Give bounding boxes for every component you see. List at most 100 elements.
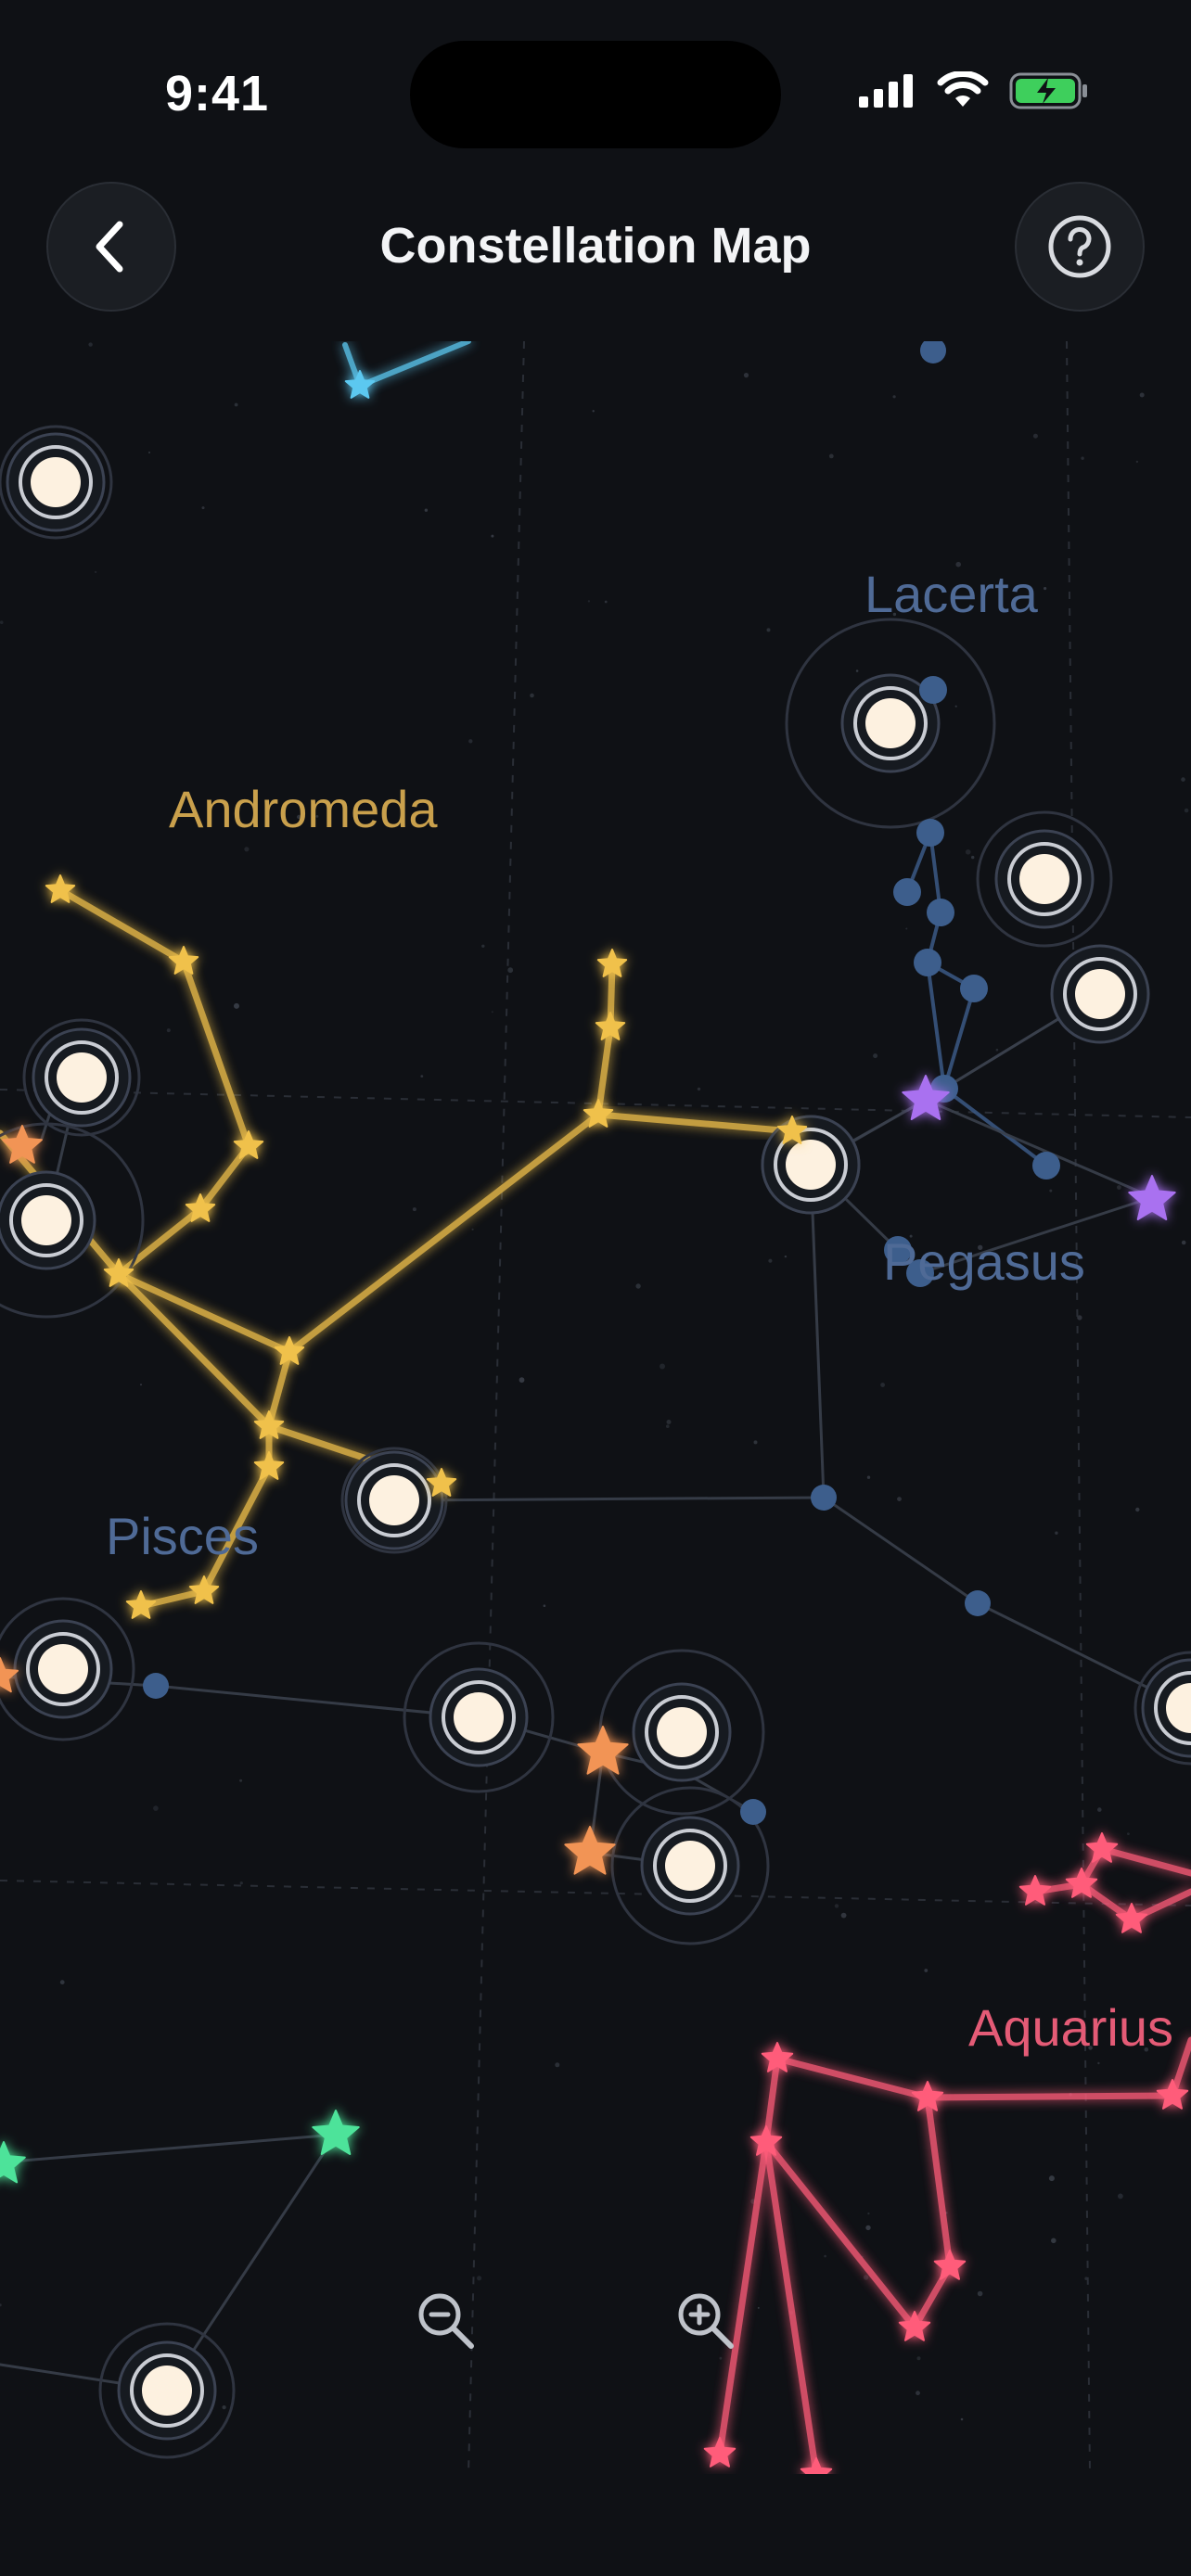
aquarius-star[interactable]: [1085, 1832, 1119, 1863]
planet-marker[interactable]: [98, 2322, 236, 2459]
label-pisces[interactable]: Pisces: [106, 1506, 259, 1566]
aquarius-star[interactable]: [800, 2457, 833, 2474]
battery-charging-icon: [1009, 72, 1087, 109]
background-star: [1117, 1185, 1121, 1190]
background-star: [897, 1497, 902, 1501]
background-star: [1181, 777, 1185, 782]
lacerta-star[interactable]: [960, 975, 988, 1002]
pegasus-star[interactable]: [811, 1485, 837, 1511]
label-aquarius[interactable]: Aquarius: [968, 1997, 1173, 2058]
background-star: [1118, 2193, 1123, 2200]
zoom-in-button[interactable]: [673, 2289, 775, 2391]
lacerta-star[interactable]: [914, 949, 941, 976]
background-star: [530, 693, 534, 698]
planet-marker[interactable]: [403, 1641, 555, 1793]
map-canvas[interactable]: [0, 341, 1191, 2474]
background-star: [635, 1283, 641, 1289]
background-star: [1049, 1189, 1053, 1192]
aquarius-star[interactable]: [1156, 2079, 1189, 2110]
background-star: [954, 705, 957, 708]
background-star: [1044, 587, 1047, 591]
pisces-star[interactable]: [143, 1673, 169, 1699]
help-icon: [1048, 215, 1111, 278]
aquarius-star[interactable]: [703, 2437, 736, 2468]
background-star: [1181, 1240, 1186, 1245]
andromeda-line: [595, 1111, 796, 1135]
background-star: [587, 600, 591, 603]
background-star: [166, 1028, 171, 1033]
background-star: [855, 670, 859, 672]
status-time: 9:41: [165, 66, 270, 121]
background-star: [140, 1384, 142, 1386]
help-button[interactable]: [1015, 182, 1145, 312]
background-star: [481, 944, 485, 948]
planet-marker[interactable]: [1050, 944, 1150, 1044]
grid-lines: [0, 341, 1191, 2474]
lacerta-star[interactable]: [893, 878, 921, 906]
planet-markers[interactable]: [0, 425, 1191, 2459]
orange-star[interactable]: [564, 1826, 616, 1875]
background-star: [880, 1383, 885, 1387]
aquarius-star[interactable]: [933, 2250, 967, 2280]
background-star: [1135, 1507, 1140, 1512]
lacerta-star[interactable]: [927, 899, 954, 926]
orange-star[interactable]: [577, 1726, 629, 1775]
planet-marker[interactable]: [340, 1447, 448, 1554]
green-star[interactable]: [312, 2110, 360, 2155]
aquarius-line: [716, 2055, 781, 2457]
background-star: [201, 506, 205, 510]
label-pegasus[interactable]: Pegasus: [883, 1231, 1085, 1292]
planet-marker[interactable]: [761, 1115, 861, 1215]
planet-marker[interactable]: [1133, 1651, 1191, 1766]
lacerta-star[interactable]: [920, 341, 946, 363]
cyan-star[interactable]: [344, 370, 376, 399]
andromeda-star[interactable]: [253, 1451, 285, 1480]
background-star: [697, 1087, 701, 1091]
lacerta-star[interactable]: [919, 676, 947, 704]
background-star: [555, 2062, 560, 2068]
andromeda-star[interactable]: [188, 1575, 220, 1604]
background-star: [965, 849, 971, 855]
background-star: [491, 1011, 493, 1014]
planet-marker[interactable]: [22, 1018, 141, 1137]
signal-icon: [859, 74, 913, 108]
background-star: [412, 1207, 416, 1212]
green-star[interactable]: [0, 2141, 26, 2184]
background-star: [768, 1258, 773, 1263]
label-lacerta[interactable]: Lacerta: [864, 564, 1038, 624]
star-markers[interactable]: [0, 341, 1189, 2474]
background-star: [59, 1980, 65, 1985]
background-star: [1048, 2175, 1055, 2182]
zoom-out-icon: [418, 2293, 474, 2349]
aquarius-star[interactable]: [1115, 1903, 1148, 1933]
pegasus-star[interactable]: [965, 1590, 991, 1616]
background-star: [420, 1075, 424, 1078]
lacerta-star[interactable]: [1032, 1152, 1060, 1180]
background-star: [468, 739, 473, 744]
status-bar: 9:41: [0, 0, 1191, 176]
lacerta-star[interactable]: [916, 819, 944, 847]
background-star: [1135, 460, 1139, 464]
background-star: [1055, 1531, 1058, 1535]
planet-marker[interactable]: [976, 810, 1113, 948]
andromeda-star[interactable]: [125, 1590, 157, 1619]
background-star: [94, 570, 97, 574]
background-star: [543, 1604, 546, 1607]
background-star: [491, 534, 494, 538]
label-andromeda[interactable]: Andromeda: [169, 779, 438, 839]
planet-marker[interactable]: [785, 618, 996, 829]
planet-marker[interactable]: [0, 1597, 135, 1741]
background-star: [1184, 808, 1189, 813]
pisces-star[interactable]: [740, 1799, 766, 1825]
andromeda-line: [115, 961, 616, 1356]
connector-line: [809, 992, 1101, 1167]
constellation-lines: [0, 341, 1191, 2474]
background-star: [0, 620, 4, 624]
aquarius-star[interactable]: [1018, 1875, 1052, 1906]
pegasus-star[interactable]: [1128, 1175, 1176, 1220]
zoom-out-button[interactable]: [414, 2289, 516, 2391]
background-star: [960, 2417, 964, 2421]
background-star: [834, 1904, 839, 1908]
planet-marker[interactable]: [0, 425, 113, 540]
constellation-map[interactable]: Andromeda Lacerta Pegasus Pisces Aquariu…: [0, 341, 1191, 2474]
